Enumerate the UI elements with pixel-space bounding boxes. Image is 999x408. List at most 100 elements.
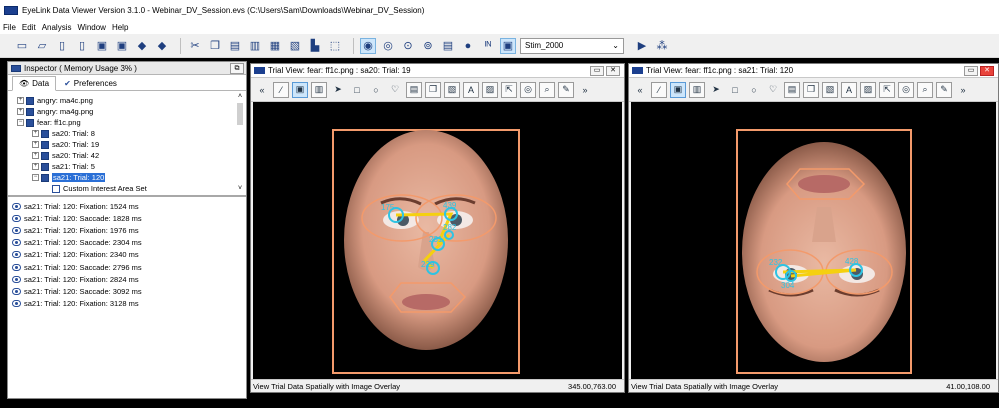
chevron-left-icon[interactable]: « — [254, 82, 270, 98]
edit-icon[interactable]: ✎ — [558, 81, 574, 98]
tree-item[interactable]: − fear: ff1c.png — [17, 117, 81, 128]
pointer-icon[interactable]: ➤ — [330, 82, 346, 98]
scroll-up-icon[interactable]: ˄ — [236, 93, 244, 101]
eye-settings-icon[interactable]: ◉ — [360, 37, 376, 54]
save-icon[interactable]: ▣ — [94, 38, 110, 54]
event-row[interactable]: sa21: Trial: 120: Fixation: 3128 ms — [8, 298, 246, 310]
pointer-icon[interactable]: ➤ — [708, 82, 724, 98]
tab-preferences[interactable]: ✔ Preferences — [58, 77, 123, 90]
copy-view-icon[interactable]: ❐ — [425, 81, 441, 98]
import-icon[interactable]: ▯ — [54, 38, 70, 54]
expand-icon[interactable]: + — [32, 141, 39, 148]
tree-item-selected[interactable]: − sa21: Trial: 120 — [32, 172, 106, 183]
scroll-down-icon[interactable]: ˅ — [236, 185, 244, 193]
ia-icon[interactable]: ᴵᴺ — [480, 38, 496, 54]
trial-view-1-canvas[interactable]: 175 439 231 282 229 — [253, 102, 622, 379]
trial-view-2-canvas[interactable]: 232 304 428 — [631, 102, 996, 379]
record-icon[interactable]: ● — [460, 38, 476, 54]
temporal-graph-icon[interactable]: ⁄ — [651, 81, 667, 98]
new-file-icon[interactable]: ▭ — [14, 38, 30, 54]
close-icon[interactable]: ✕ — [980, 66, 994, 76]
event-row[interactable]: sa21: Trial: 120: Saccade: 3092 ms — [8, 285, 246, 297]
freehand-tool-icon[interactable]: ♡ — [765, 82, 781, 98]
collapse-icon[interactable]: − — [32, 174, 39, 181]
restore-icon[interactable]: ▭ — [964, 66, 978, 76]
restore-icon[interactable]: ⧉ — [230, 62, 244, 74]
chevron-right-icon[interactable]: » — [577, 82, 593, 98]
collapse-icon[interactable]: − — [17, 119, 24, 126]
clipboard-icon[interactable]: ▥ — [247, 38, 263, 54]
menu-analysis[interactable]: Analysis — [42, 23, 72, 32]
freehand-tool-icon[interactable]: ♡ — [387, 82, 403, 98]
animation-icon[interactable]: ▥ — [689, 81, 705, 98]
rectangle-tool-icon[interactable]: □ — [349, 82, 365, 98]
console-icon[interactable]: ▶ — [634, 38, 650, 54]
copy-icon[interactable]: ❐ — [207, 38, 223, 54]
event-row[interactable]: sa21: Trial: 120: Fixation: 1524 ms — [8, 200, 246, 212]
tree-item[interactable]: + sa20: Trial: 19 — [32, 139, 99, 150]
select-region-icon[interactable]: ⬚ — [327, 38, 343, 54]
stimulus-select[interactable]: Stim_2000 ⌄ — [520, 37, 624, 54]
open-folder-icon[interactable]: ▱ — [34, 38, 50, 54]
package-icon[interactable]: ◆ — [134, 38, 150, 54]
picture-icon[interactable]: ▨ — [860, 81, 876, 98]
zoom-icon[interactable]: ⌕ — [539, 81, 555, 98]
expand-icon[interactable]: + — [32, 130, 39, 137]
image-icon[interactable]: ▧ — [444, 81, 460, 98]
chevron-right-icon[interactable]: » — [955, 82, 971, 98]
cut-icon[interactable]: ✂ — [187, 38, 203, 54]
ellipse-tool-icon[interactable]: ○ — [746, 82, 762, 98]
tree-item[interactable]: + sa20: Trial: 42 — [32, 150, 99, 161]
menu-edit[interactable]: Edit — [22, 23, 36, 32]
chevron-left-icon[interactable]: « — [632, 82, 648, 98]
text-icon[interactable]: A — [463, 81, 479, 98]
tools-icon[interactable]: ⁂ — [654, 38, 670, 54]
tree-item[interactable]: + sa21: Trial: 5 — [32, 161, 95, 172]
image-overlay-icon[interactable]: ▣ — [670, 81, 686, 98]
tree-scrollbar[interactable]: ˄ ˅ — [236, 93, 244, 193]
eye-icon[interactable]: ⊙ — [400, 38, 416, 54]
expand-icon[interactable]: + — [17, 97, 24, 104]
grid-icon[interactable]: ▦ — [267, 38, 283, 54]
move-icon[interactable]: ▙ — [307, 38, 323, 54]
target-icon[interactable]: ◎ — [520, 81, 536, 98]
expand-icon[interactable]: + — [32, 163, 39, 170]
delete-icon[interactable]: ▧ — [287, 38, 303, 54]
save-ia-icon[interactable]: ▤ — [784, 81, 800, 98]
expand-icon[interactable]: + — [17, 108, 24, 115]
animation-icon[interactable]: ▥ — [311, 81, 327, 98]
save-all-icon[interactable]: ▣ — [114, 38, 130, 54]
save-ia-icon[interactable]: ▤ — [406, 81, 422, 98]
export-icon[interactable]: ⇱ — [501, 81, 517, 98]
menu-window[interactable]: Window — [77, 23, 105, 32]
event-row[interactable]: sa21: Trial: 120: Saccade: 1828 ms — [8, 212, 246, 224]
copy-view-icon[interactable]: ❐ — [803, 81, 819, 98]
event-row[interactable]: sa21: Trial: 120: Fixation: 1976 ms — [8, 224, 246, 236]
tree-item[interactable]: Custom Interest Area Set — [52, 183, 147, 194]
event-row[interactable]: sa21: Trial: 120: Saccade: 2304 ms — [8, 237, 246, 249]
export-icon[interactable]: ⇱ — [879, 81, 895, 98]
restore-icon[interactable]: ▭ — [590, 66, 604, 76]
ellipse-tool-icon[interactable]: ○ — [368, 82, 384, 98]
event-row[interactable]: sa21: Trial: 120: Fixation: 2340 ms — [8, 249, 246, 261]
rectangle-tool-icon[interactable]: □ — [727, 82, 743, 98]
paste-icon[interactable]: ▤ — [227, 38, 243, 54]
image-overlay-icon[interactable]: ▣ — [500, 37, 516, 54]
zoom-icon[interactable]: ⌕ — [917, 81, 933, 98]
target-icon[interactable]: ◎ — [898, 81, 914, 98]
close-icon[interactable]: ✕ — [606, 66, 620, 76]
tree-item[interactable]: + sa20: Trial: 8 — [32, 128, 95, 139]
tree-item[interactable]: + angry: ma4g.png — [17, 106, 93, 117]
eye-view-icon[interactable]: ◎ — [380, 38, 396, 54]
scroll-thumb[interactable] — [237, 103, 243, 125]
edit-icon[interactable]: ✎ — [936, 81, 952, 98]
image-icon[interactable]: ▧ — [822, 81, 838, 98]
event-row[interactable]: sa21: Trial: 120: Saccade: 2796 ms — [8, 261, 246, 273]
eyes-icon[interactable]: ⊚ — [420, 38, 436, 54]
temporal-graph-icon[interactable]: ⁄ — [273, 81, 289, 98]
expand-icon[interactable]: + — [32, 152, 39, 159]
report-icon[interactable]: ▤ — [440, 38, 456, 54]
menu-file[interactable]: File — [3, 23, 16, 32]
picture-icon[interactable]: ▨ — [482, 81, 498, 98]
import-data-icon[interactable]: ▯ — [74, 38, 90, 54]
